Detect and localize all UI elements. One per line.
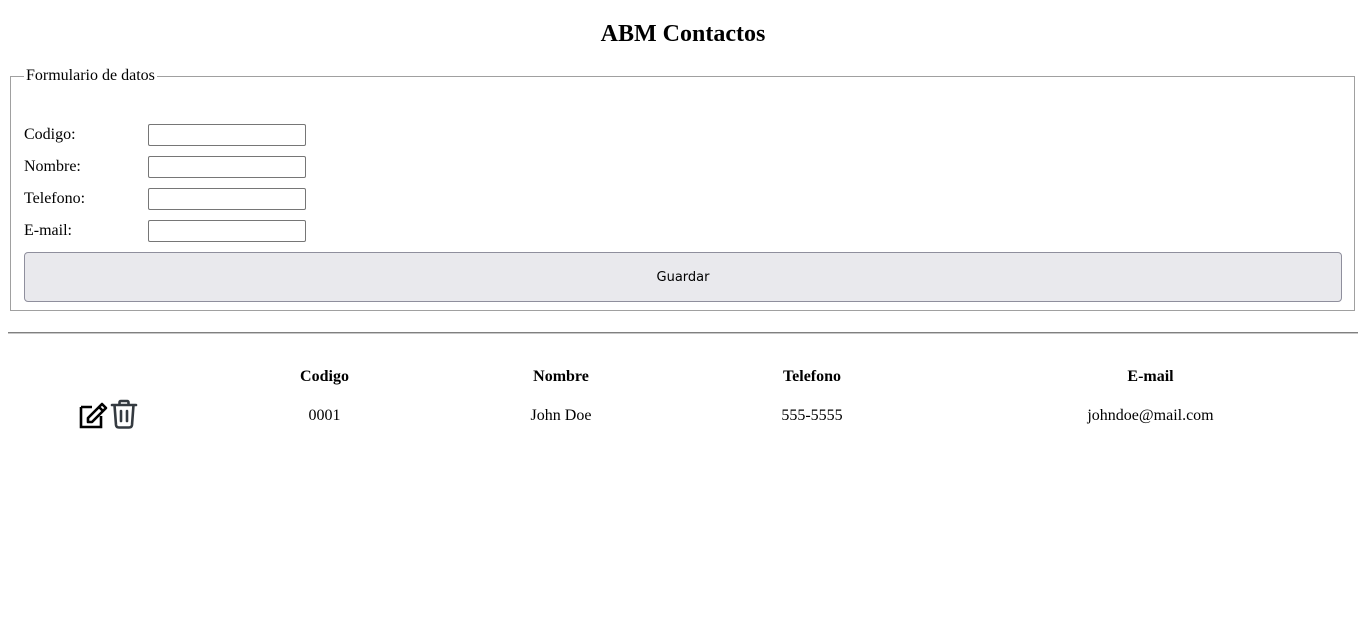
cell-telefono: 555-5555	[781, 407, 843, 424]
nombre-input[interactable]	[148, 156, 306, 178]
cell-codigo: 0001	[308, 407, 341, 424]
page-title: ABM Contactos	[600, 21, 766, 47]
codigo-label: Codigo:	[24, 126, 76, 143]
form-row-codigo: Codigo:	[24, 124, 624, 146]
table-row: 0001 John Doe 555-5555 johndoe@mail.com	[8, 396, 1358, 436]
form-row-email: E-mail:	[24, 220, 624, 242]
email-label: E-mail:	[24, 222, 72, 239]
edit-icon[interactable]	[77, 398, 108, 430]
nombre-label: Nombre:	[24, 158, 81, 175]
page: ABM Contactos Formulario de datos Codigo…	[0, 0, 1366, 626]
telefono-label: Telefono:	[24, 190, 86, 207]
cell-email: johndoe@mail.com	[1087, 407, 1214, 424]
row-actions	[77, 398, 139, 430]
telefono-input[interactable]	[148, 188, 306, 210]
column-header-codigo: Codigo	[300, 368, 349, 385]
contacts-table: Codigo Nombre Telefono E-mail 0001 John …	[8, 358, 1358, 436]
column-header-nombre: Nombre	[533, 368, 589, 385]
row-actions-cell	[8, 396, 208, 436]
form-row-nombre: Nombre:	[24, 156, 624, 178]
column-header-actions	[8, 358, 208, 396]
table-header-row: Codigo Nombre Telefono E-mail	[8, 358, 1358, 396]
divider	[8, 332, 1358, 334]
cell-nombre: John Doe	[530, 407, 592, 424]
contact-form: Formulario de datos Codigo: Nombre: Tele…	[10, 67, 1355, 311]
form-row-telefono: Telefono:	[24, 188, 624, 210]
form-legend: Formulario de datos	[26, 67, 155, 84]
email-input[interactable]	[148, 220, 306, 242]
column-header-telefono: Telefono	[782, 368, 842, 385]
save-button[interactable]: Guardar	[24, 252, 1342, 302]
codigo-input[interactable]	[148, 124, 306, 146]
column-header-email: E-mail	[1127, 368, 1174, 385]
trash-icon[interactable]	[109, 398, 139, 430]
